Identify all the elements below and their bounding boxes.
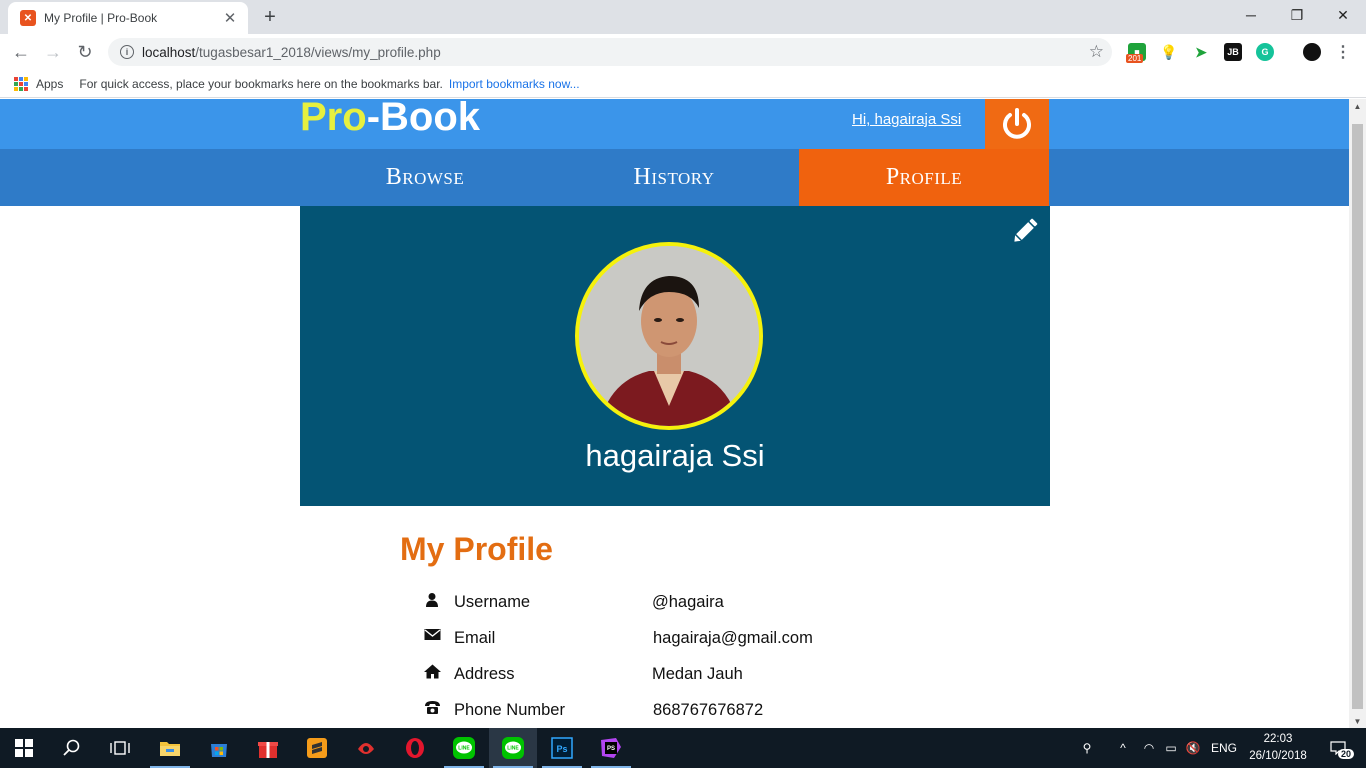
site-header: Pro-Book Hi, hagairaja Ssi — [0, 99, 1349, 149]
profile-row-address: Address Medan Jauh — [424, 662, 944, 686]
page-viewport: Pro-Book Hi, hagairaja Ssi Browse Histor… — [0, 99, 1366, 728]
profile-card: hagairaja Ssi — [300, 206, 1050, 506]
line-app-icon[interactable]: LINE — [440, 728, 488, 768]
opera-icon[interactable] — [391, 728, 439, 768]
address-label: Address — [454, 664, 515, 683]
import-bookmarks-link[interactable]: Import bookmarks now... — [449, 77, 580, 91]
volume-muted-icon[interactable]: 🔇 — [1182, 728, 1204, 768]
envelope-icon — [424, 628, 454, 648]
xampp-favicon-icon: ✕ — [20, 10, 36, 26]
page-scrollbar[interactable]: ▲ ▼ — [1349, 99, 1366, 728]
language-indicator[interactable]: ENG — [1206, 728, 1242, 768]
svg-text:Ps: Ps — [556, 744, 567, 754]
profile-avatar-icon[interactable] — [1303, 43, 1321, 61]
site-logo[interactable]: Pro-Book — [300, 99, 480, 140]
email-label: Email — [454, 628, 496, 647]
svg-text:LINE: LINE — [507, 746, 519, 752]
garena-icon[interactable] — [342, 728, 390, 768]
tab-profile[interactable]: Profile — [799, 149, 1049, 206]
windows-start-icon[interactable] — [0, 728, 48, 768]
system-clock[interactable]: 22:03 26/10/2018 — [1246, 731, 1310, 765]
phone-label: Phone Number — [454, 700, 565, 719]
bookmarks-hint: For quick access, place your bookmarks h… — [79, 76, 443, 91]
tab-close-icon[interactable]: ✕ — [220, 8, 240, 28]
clock-date: 26/10/2018 — [1249, 750, 1307, 762]
tab-title: My Profile | Pro-Book — [44, 11, 158, 25]
extension-grammarly-icon[interactable]: G — [1256, 43, 1274, 61]
edit-profile-button[interactable] — [1008, 214, 1042, 248]
window-close-icon[interactable]: ✕ — [1320, 0, 1366, 30]
scroll-thumb[interactable] — [1352, 124, 1363, 709]
store-icon[interactable] — [195, 728, 243, 768]
home-icon — [424, 664, 454, 684]
file-explorer-icon[interactable] — [146, 728, 194, 768]
extension-jb-icon[interactable]: JB — [1224, 43, 1242, 61]
main-nav: Browse History Profile — [0, 149, 1349, 206]
extension-bulb-icon[interactable]: 💡 — [1160, 43, 1178, 61]
browser-tabstrip: ✕ My Profile | Pro-Book ✕ + ─ ❐ ✕ — [0, 0, 1366, 34]
gift-app-icon[interactable] — [244, 728, 292, 768]
logout-button[interactable] — [985, 99, 1049, 149]
url-host: localhost — [142, 44, 196, 60]
new-tab-icon[interactable]: + — [258, 5, 282, 29]
bookmarks-bar: Apps For quick access, place your bookma… — [0, 70, 1366, 98]
tab-history[interactable]: History — [549, 149, 799, 206]
notification-center-icon[interactable]: 20 — [1318, 728, 1358, 768]
battery-icon[interactable]: ▭ — [1160, 728, 1182, 768]
phpstorm-icon[interactable]: PS — [587, 728, 635, 768]
reload-icon[interactable]: ↻ — [73, 40, 97, 64]
scroll-down-icon[interactable]: ▼ — [1349, 714, 1366, 728]
extension-share-icon[interactable]: ➤ — [1192, 43, 1210, 61]
address-value: Medan Jauh — [652, 664, 743, 683]
user-icon — [424, 592, 454, 612]
apps-link[interactable]: Apps — [36, 77, 63, 91]
scroll-up-icon[interactable]: ▲ — [1349, 99, 1366, 113]
photoshop-icon[interactable]: Ps — [538, 728, 586, 768]
profile-row-email: Email hagairaja@gmail.com — [424, 626, 944, 650]
minimize-icon[interactable]: ─ — [1228, 0, 1274, 30]
address-bar[interactable]: i localhost/tugasbesar1_2018/views/my_pr… — [108, 38, 1112, 66]
sublime-text-icon[interactable] — [293, 728, 341, 768]
url-path: /tugasbesar1_2018/views/my_profile.php — [195, 44, 441, 60]
svg-text:PS: PS — [607, 746, 615, 752]
search-icon[interactable] — [48, 728, 96, 768]
clock-time: 22:03 — [1263, 733, 1293, 745]
tray-chevron-icon[interactable]: ^ — [1112, 728, 1134, 768]
task-view-icon[interactable] — [96, 728, 144, 768]
restore-icon[interactable]: ❐ — [1274, 0, 1320, 30]
notification-count: 20 — [1338, 749, 1355, 759]
tab-browse[interactable]: Browse — [300, 149, 550, 206]
username-label: Username — [454, 592, 531, 611]
extension-badge: 201 — [1126, 54, 1144, 63]
profile-row-username: Username @hagaira — [424, 590, 944, 614]
menu-kebab-icon[interactable]: ⋮ — [1334, 43, 1352, 61]
profile-full-name: hagairaja Ssi — [585, 438, 765, 473]
profile-avatar — [575, 242, 763, 430]
email-value: hagairaja@gmail.com — [653, 628, 813, 647]
profile-row-phone: Phone Number 868767676872 — [424, 698, 944, 722]
wifi-icon[interactable]: ◠ — [1138, 728, 1160, 768]
greeting-link[interactable]: Hi, hagairaja Ssi — [852, 111, 961, 128]
back-arrow-icon[interactable]: ← — [9, 40, 33, 64]
username-value: @hagaira — [652, 592, 724, 611]
browser-toolbar: ← → ↻ i localhost/tugasbesar1_2018/views… — [0, 34, 1366, 70]
power-icon — [1003, 108, 1031, 139]
site-info-icon[interactable]: i — [120, 45, 134, 59]
line-app-2-icon[interactable]: LINE — [489, 728, 537, 768]
apps-grid-icon[interactable] — [14, 76, 28, 91]
people-icon[interactable]: ⚲ — [1074, 728, 1100, 768]
phone-icon — [424, 700, 454, 720]
profile-photo — [579, 246, 759, 426]
screen: ✕ My Profile | Pro-Book ✕ + ─ ❐ ✕ ← → ↻ … — [0, 0, 1366, 768]
bookmark-star-icon[interactable]: ☆ — [1089, 42, 1104, 62]
phone-value: 868767676872 — [653, 700, 764, 719]
forward-arrow-icon[interactable]: → — [41, 40, 65, 64]
browser-tab[interactable]: ✕ My Profile | Pro-Book ✕ — [8, 2, 248, 34]
svg-text:LINE: LINE — [458, 746, 470, 752]
my-profile-heading: My Profile — [400, 531, 553, 567]
windows-taskbar: LINE LINE Ps PS ⚲ ^ ◠ ▭ 🔇 ENG 22:03 26/1… — [0, 728, 1366, 768]
pencil-icon — [1014, 218, 1038, 242]
